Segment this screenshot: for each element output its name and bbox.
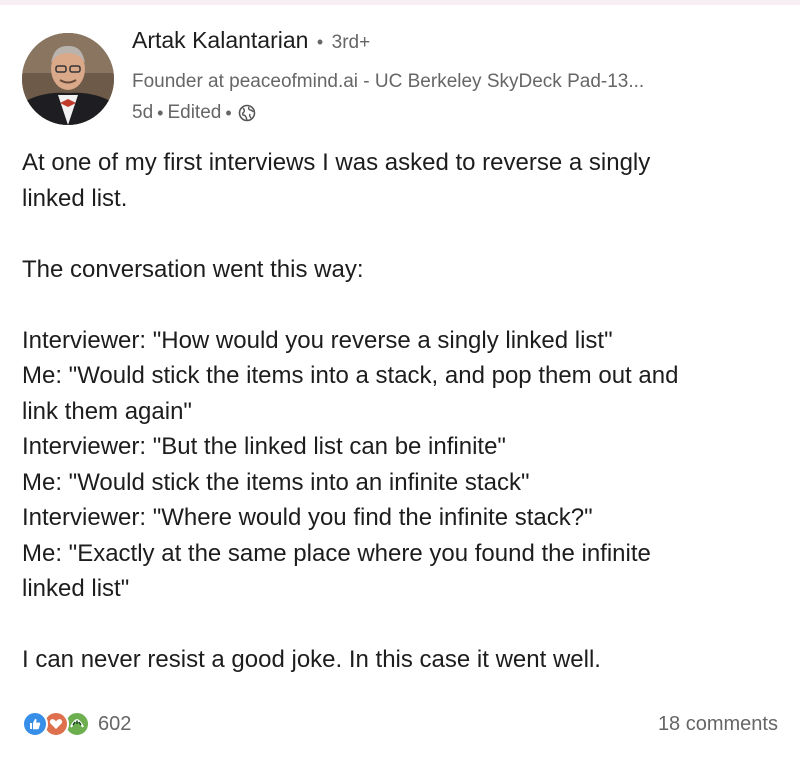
avatar[interactable] — [22, 33, 114, 125]
text-line: Me: "Would stick the items into an infin… — [22, 468, 530, 496]
author-line: Artak Kalantarian • 3rd+ — [132, 27, 370, 54]
post-header: Artak Kalantarian • 3rd+ Founder at peac… — [22, 27, 782, 127]
separator-dot: • — [225, 102, 232, 123]
globe-icon — [238, 104, 256, 122]
top-border — [0, 0, 800, 5]
text-line: Interviewer: "How would you reverse a si… — [22, 326, 613, 354]
text-line: The conversation went this way: — [22, 255, 364, 283]
reaction-count[interactable]: 602 — [98, 713, 131, 736]
author-name[interactable]: Artak Kalantarian — [132, 27, 308, 53]
comments-count[interactable]: 18 comments — [658, 713, 778, 736]
text-line: Me: "Would stick the items into a stack,… — [22, 362, 679, 389]
separator-dot: • — [157, 102, 164, 123]
text-line: Interviewer: "Where would you find the i… — [22, 504, 593, 531]
reactions-summary[interactable]: 602 — [22, 711, 131, 737]
text-line: linked list. — [22, 184, 128, 212]
like-icon — [22, 711, 48, 737]
author-headline: Founder at peaceofmind.ai - UC Berkeley … — [132, 71, 645, 92]
text-line: linked list" — [22, 575, 130, 602]
post-time: 5d — [132, 102, 154, 123]
post-text: At one of my first interviews I was aske… — [22, 145, 782, 678]
text-line: At one of my first interviews I was aske… — [22, 149, 651, 176]
post-meta: 5d • Edited • — [132, 102, 256, 124]
connection-degree: 3rd+ — [331, 32, 371, 53]
edited-label: Edited — [167, 102, 222, 123]
text-line: link them again" — [22, 397, 192, 425]
text-line: I can never resist a good joke. In this … — [22, 646, 601, 673]
separator-dot: • — [316, 32, 324, 52]
text-line: Me: "Exactly at the same place where you… — [22, 539, 651, 567]
text-line: Interviewer: "But the linked list can be… — [22, 433, 506, 460]
social-counts: 602 18 comments — [22, 711, 778, 743]
